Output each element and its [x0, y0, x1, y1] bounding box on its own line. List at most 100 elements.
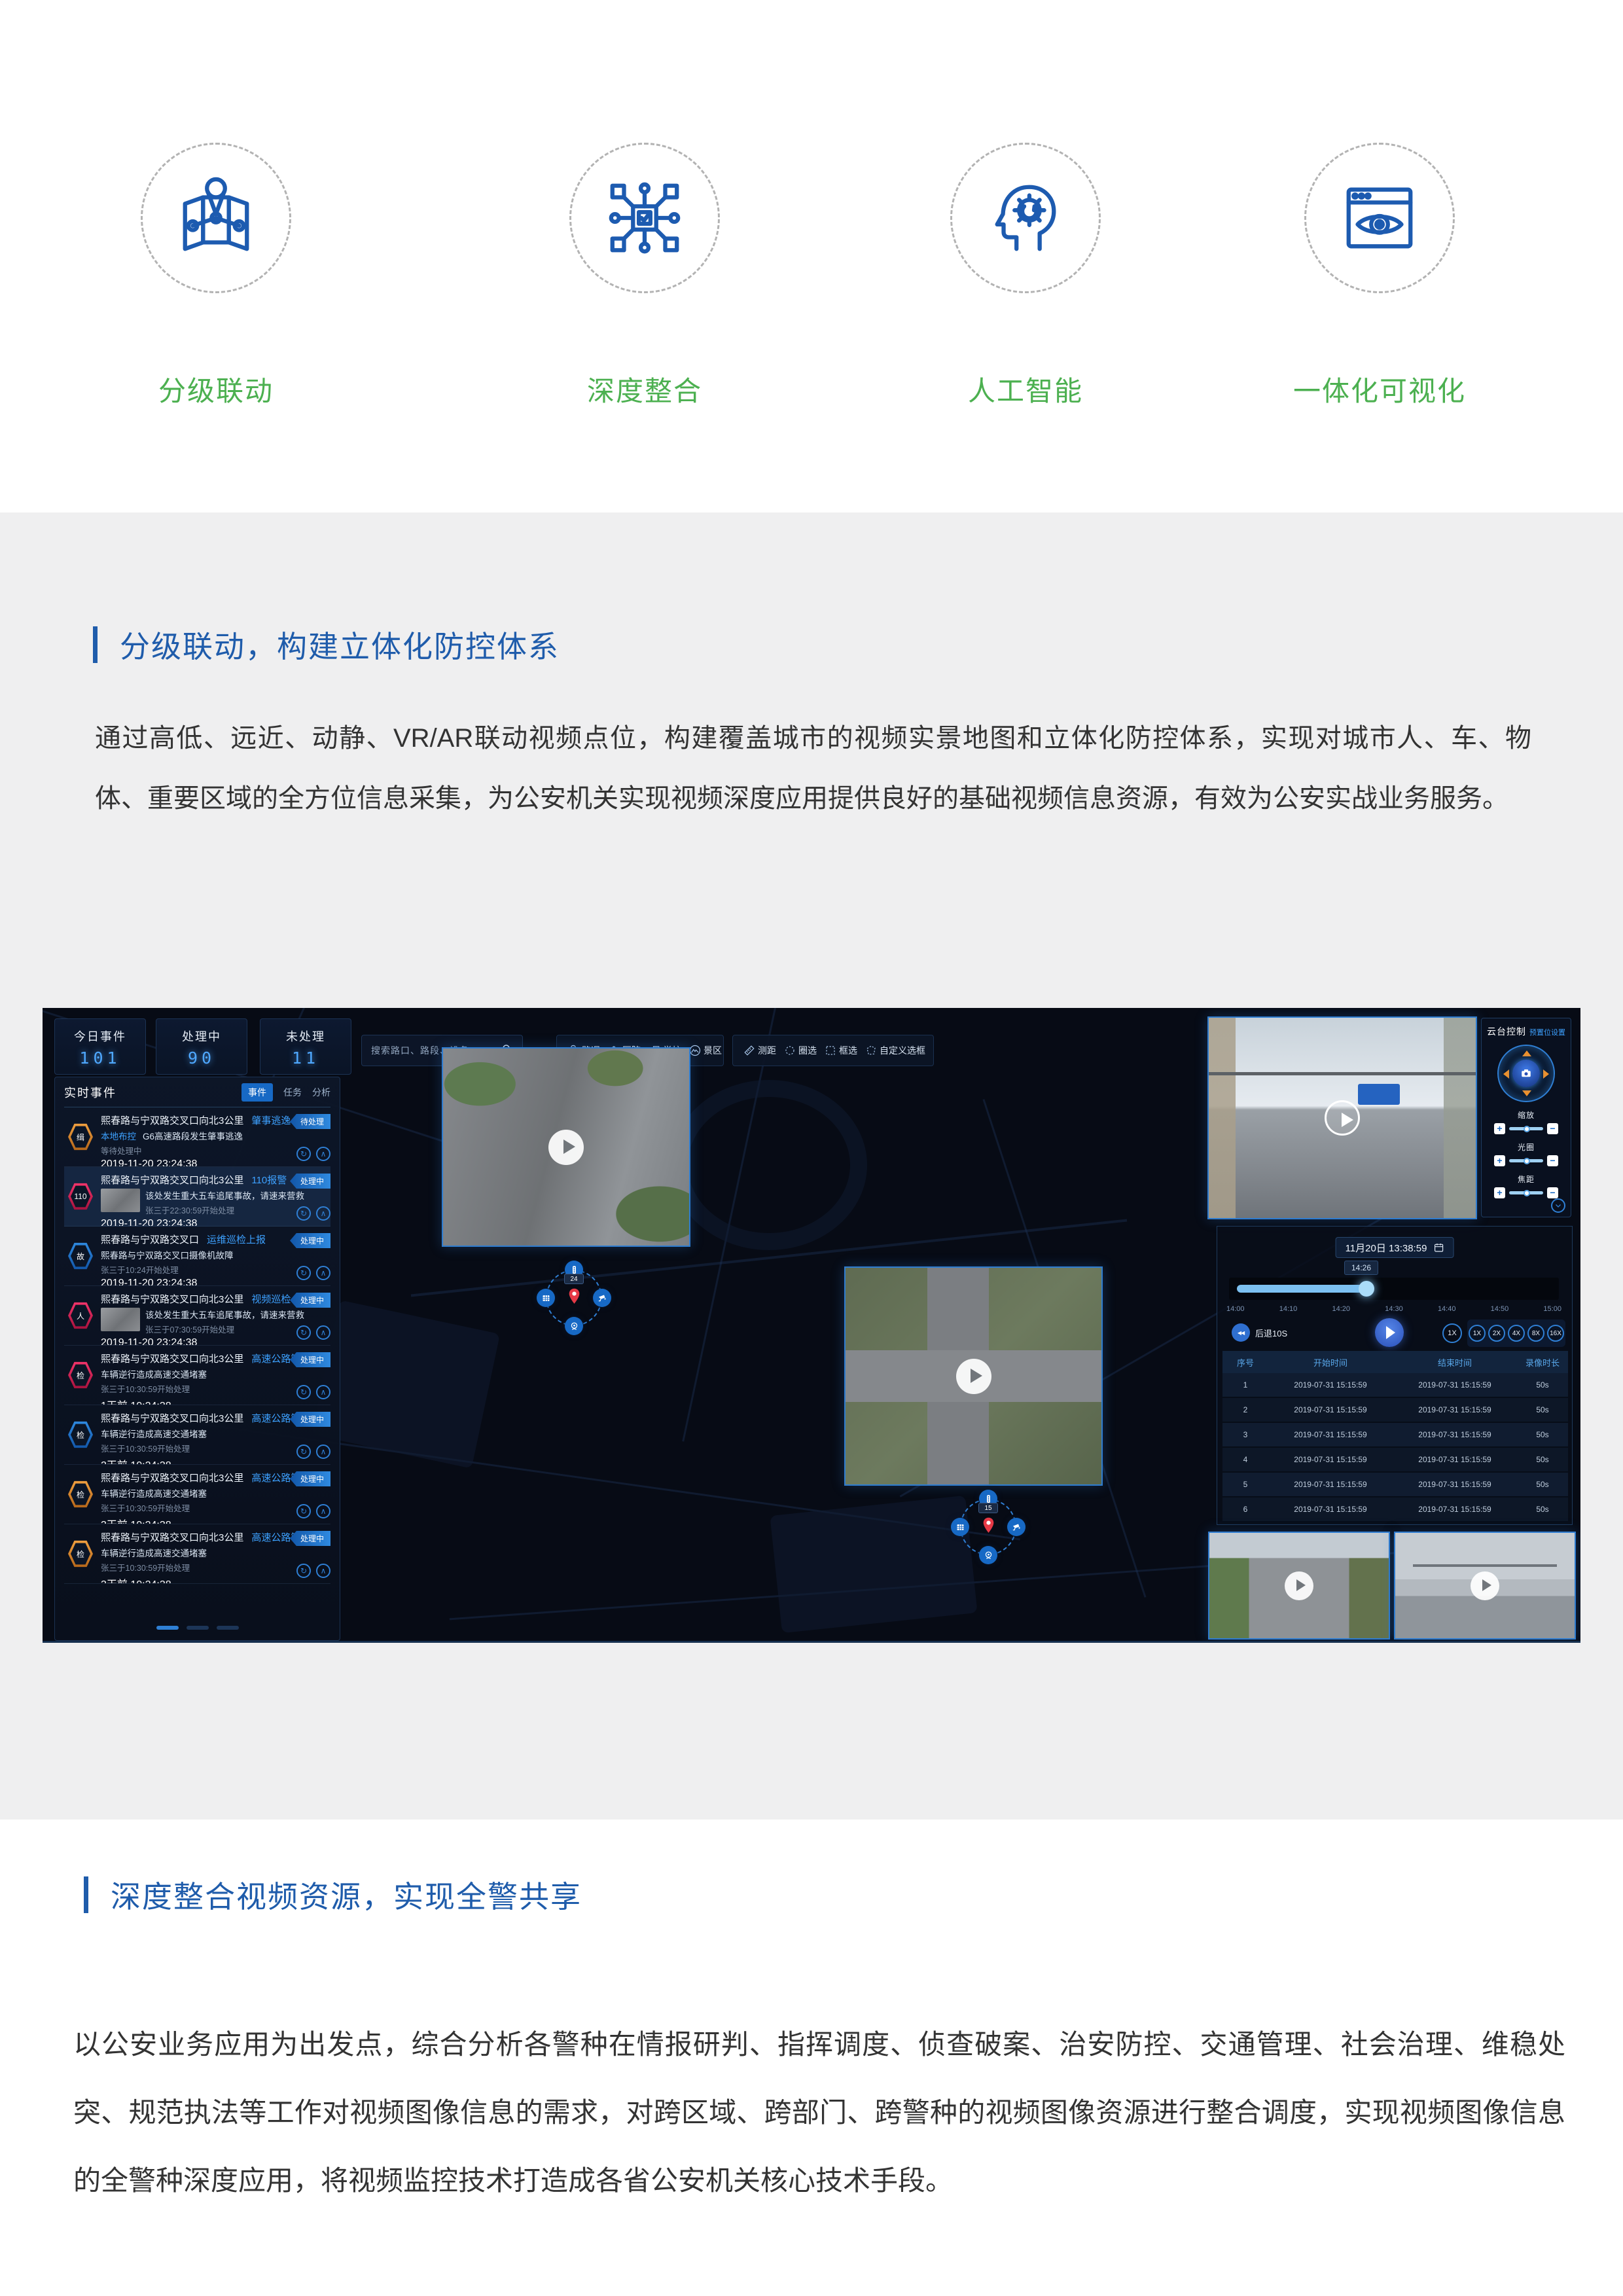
slider-track[interactable]	[1509, 1127, 1543, 1130]
table-row[interactable]: 4 2019-07-31 15:15:59 2019-07-31 15:15:5…	[1222, 1448, 1568, 1473]
event-item[interactable]: 检 熙春路与宁双路交叉口向北3公里高速公路管控 车辆逆行造成高速交通堵塞 张三于…	[64, 1346, 330, 1405]
event-tag-link[interactable]: 运维巡检上报	[207, 1234, 266, 1246]
event-item[interactable]: 故 熙春路与宁双路交叉口运维巡检上报 熙春路与宁双路交叉口摄像机故障 张三于10…	[64, 1227, 330, 1286]
map-video-popup[interactable]	[844, 1266, 1103, 1486]
event-replay-icon[interactable]: ↻	[296, 1325, 311, 1340]
pager-dash[interactable]	[156, 1626, 179, 1630]
play-button[interactable]	[1375, 1318, 1404, 1347]
event-replay-icon[interactable]: ↻	[296, 1206, 311, 1221]
tool-box-select[interactable]: 框选	[825, 1044, 857, 1057]
plus-button[interactable]: +	[1494, 1187, 1505, 1198]
cctv-camera-icon[interactable]	[593, 1289, 611, 1307]
event-collapse-icon[interactable]: ∧	[316, 1504, 330, 1518]
tool-measure[interactable]: 测距	[743, 1044, 776, 1057]
ptz-dpad[interactable]	[1497, 1045, 1555, 1102]
cctv-camera-icon[interactable]	[1007, 1518, 1026, 1536]
live-video-feed[interactable]	[1207, 1016, 1477, 1219]
minus-button[interactable]: −	[1547, 1187, 1558, 1198]
play-icon[interactable]	[1325, 1100, 1360, 1136]
tool-custom-select[interactable]: 自定义选框	[865, 1044, 925, 1057]
event-replay-icon[interactable]: ↻	[296, 1504, 311, 1518]
event-replay-icon[interactable]: ↻	[296, 1564, 311, 1578]
minus-button[interactable]: −	[1547, 1155, 1558, 1166]
event-collapse-icon[interactable]: ∧	[316, 1206, 330, 1221]
speed-option[interactable]: 16X	[1547, 1325, 1564, 1342]
table-row[interactable]: 3 2019-07-31 15:15:59 2019-07-31 15:15:5…	[1222, 1423, 1568, 1448]
plus-button[interactable]: +	[1494, 1123, 1505, 1134]
event-item[interactable]: 110 熙春路与宁双路交叉口向北3公里110报警 该处发生重大五车追尾事故，请速…	[64, 1167, 330, 1227]
webcam-icon[interactable]	[565, 1317, 583, 1335]
location-pin-icon[interactable]	[568, 1288, 580, 1308]
event-item[interactable]: 缉 熙春路与宁双路交叉口向北3公里肇事逃逸 本地布控G6高速路段发生肇事逃逸 等…	[64, 1107, 330, 1167]
ptz-up-icon[interactable]	[1522, 1050, 1531, 1056]
event-type-badge: 110	[68, 1183, 93, 1210]
speed-option[interactable]: 4X	[1508, 1325, 1525, 1342]
tab-events[interactable]: 事件	[241, 1083, 273, 1102]
monitor-grid-icon[interactable]	[537, 1289, 555, 1307]
ptz-left-icon[interactable]	[1503, 1069, 1509, 1079]
event-collapse-icon[interactable]: ∧	[316, 1385, 330, 1399]
timeline-handle[interactable]	[1359, 1281, 1374, 1297]
datetime-picker[interactable]: 11月20日 13:38:59	[1336, 1237, 1454, 1258]
slider-track[interactable]	[1509, 1191, 1543, 1194]
tab-analysis[interactable]: 分析	[312, 1086, 330, 1099]
rewind-icon[interactable]: ◀◀	[1232, 1323, 1250, 1342]
video-thumbnail[interactable]	[1394, 1532, 1576, 1640]
snapshot-camera-icon[interactable]	[1512, 1060, 1540, 1087]
event-collapse-icon[interactable]: ∧	[316, 1147, 330, 1161]
table-row[interactable]: 1 2019-07-31 15:15:59 2019-07-31 15:15:5…	[1222, 1373, 1568, 1398]
preset-settings-link[interactable]: 预置位设置	[1529, 1027, 1565, 1037]
collapse-chevron-icon[interactable]	[1551, 1198, 1565, 1213]
play-icon[interactable]	[1285, 1571, 1313, 1600]
rewind-button[interactable]: ◀◀ 后退10S	[1232, 1323, 1287, 1342]
event-tag-link[interactable]: 视频巡检	[251, 1294, 291, 1305]
event-item[interactable]: 检 熙春路与宁双路交叉口向北3公里高速公路管控 车辆逆行造成高速交通堵塞 张三于…	[64, 1465, 330, 1524]
table-row[interactable]: 5 2019-07-31 15:15:59 2019-07-31 15:15:5…	[1222, 1473, 1568, 1498]
ptz-down-icon[interactable]	[1522, 1090, 1531, 1096]
slider-knob[interactable]	[1524, 1158, 1530, 1164]
event-item[interactable]: 检 熙春路与宁双路交叉口向北3公里高速公路管控 车辆逆行造成高速交通堵塞 张三于…	[64, 1524, 330, 1584]
speed-option[interactable]: 1X	[1469, 1325, 1486, 1342]
event-replay-icon[interactable]: ↻	[296, 1266, 311, 1280]
table-row[interactable]: 6 2019-07-31 15:15:59 2019-07-31 15:15:5…	[1222, 1498, 1568, 1522]
pager-dash[interactable]	[217, 1626, 239, 1630]
webcam-icon[interactable]	[979, 1546, 997, 1564]
event-collapse-icon[interactable]: ∧	[316, 1325, 330, 1340]
map-video-popup[interactable]	[442, 1047, 690, 1247]
slider-knob[interactable]	[1524, 1126, 1530, 1132]
event-tag-link[interactable]: 肇事逃逸	[251, 1115, 291, 1126]
pager-dash[interactable]	[187, 1626, 209, 1630]
event-replay-icon[interactable]: ↻	[296, 1444, 311, 1459]
tool-scenic[interactable]: 景区	[689, 1044, 722, 1057]
event-replay-icon[interactable]: ↻	[296, 1147, 311, 1161]
play-icon[interactable]	[1471, 1571, 1499, 1600]
slider-knob[interactable]	[1524, 1190, 1530, 1196]
monitor-grid-icon[interactable]	[951, 1518, 969, 1536]
plus-button[interactable]: +	[1494, 1155, 1505, 1166]
play-icon[interactable]	[548, 1130, 584, 1165]
event-replay-icon[interactable]: ↻	[296, 1385, 311, 1399]
event-collapse-icon[interactable]: ∧	[316, 1444, 330, 1459]
events-pagination[interactable]	[156, 1626, 239, 1630]
table-row[interactable]: 2 2019-07-31 15:15:59 2019-07-31 15:15:5…	[1222, 1398, 1568, 1423]
speed-option[interactable]: 8X	[1527, 1325, 1544, 1342]
event-type-badge: 检	[68, 1540, 93, 1568]
event-item[interactable]: 人 熙春路与宁双路交叉口向北3公里视频巡检 该处发生重大五车追尾事故，请速来营救…	[64, 1286, 330, 1346]
tab-tasks[interactable]: 任务	[283, 1086, 302, 1099]
event-thumbnail[interactable]	[101, 1308, 140, 1331]
ptz-right-icon[interactable]	[1543, 1069, 1549, 1079]
speed-option[interactable]: 2X	[1488, 1325, 1505, 1342]
event-collapse-icon[interactable]: ∧	[316, 1564, 330, 1578]
event-thumbnail[interactable]	[101, 1189, 140, 1212]
video-thumbnail[interactable]	[1208, 1532, 1390, 1640]
event-tag-link[interactable]: 110报警	[251, 1175, 287, 1186]
minus-button[interactable]: −	[1547, 1123, 1558, 1134]
slider-track[interactable]	[1509, 1159, 1543, 1162]
play-icon[interactable]	[956, 1359, 991, 1394]
event-action-link[interactable]: 本地布控	[101, 1132, 136, 1141]
event-item[interactable]: 检 熙春路与宁双路交叉口向北3公里高速公路管控 车辆逆行造成高速交通堵塞 张三于…	[64, 1405, 330, 1465]
event-collapse-icon[interactable]: ∧	[316, 1266, 330, 1280]
tool-circle-select[interactable]: 圈选	[784, 1044, 817, 1057]
timeline-track[interactable]	[1229, 1278, 1559, 1300]
location-pin-icon[interactable]	[982, 1517, 995, 1537]
